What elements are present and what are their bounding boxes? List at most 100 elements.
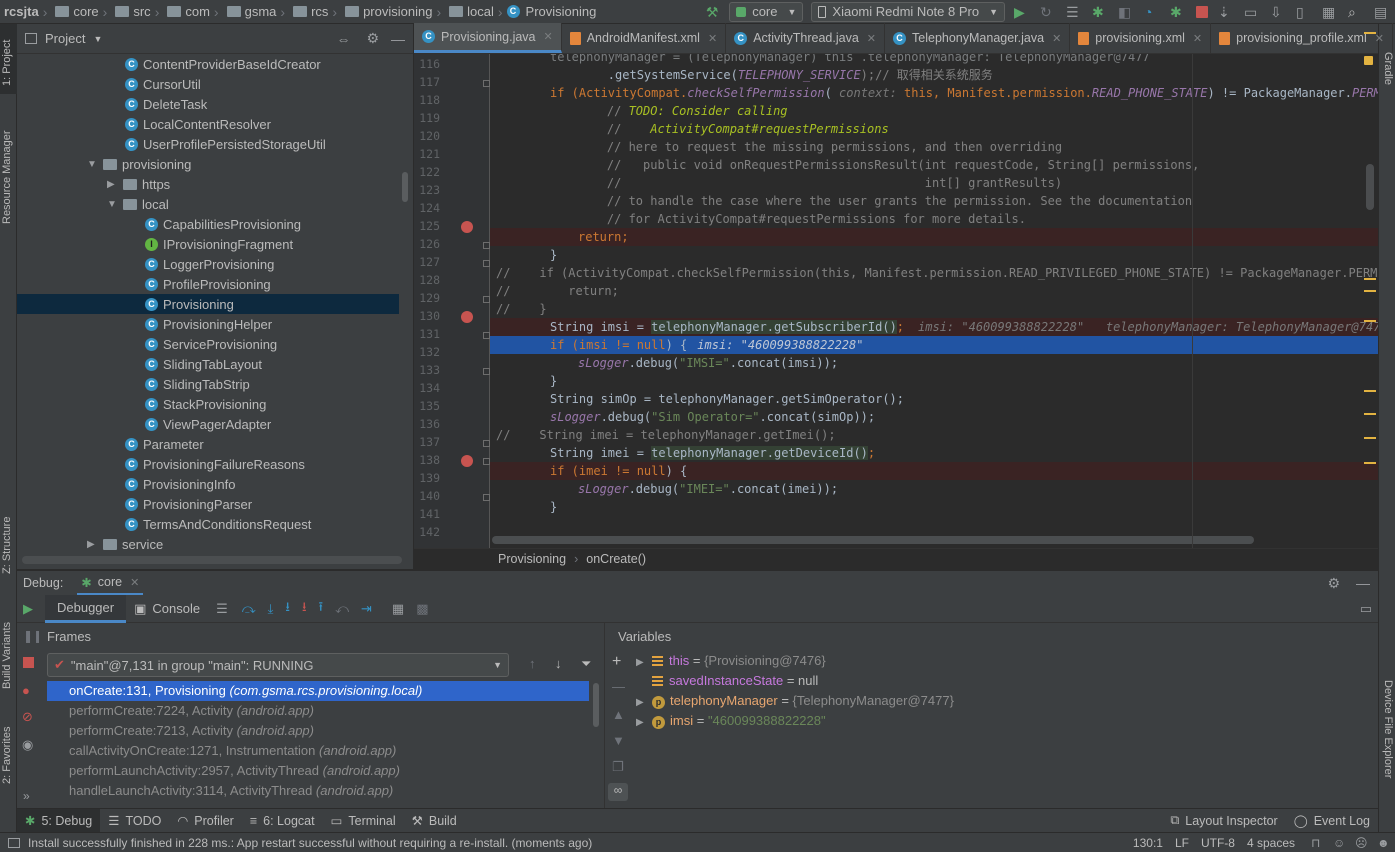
fold-marker-icon[interactable] bbox=[483, 368, 490, 375]
breakpoint-icon[interactable] bbox=[461, 221, 473, 233]
tool-tab-project[interactable]: 1: Project bbox=[1, 40, 13, 86]
editor-tab[interactable]: provisioning.xml ✕ bbox=[1070, 23, 1212, 53]
tool-tab-device-file-explorer[interactable]: Device File Explorer bbox=[1382, 680, 1394, 778]
tree-item[interactable]: C Provisioning bbox=[17, 294, 399, 314]
code-line[interactable]: // for ActivityCompat#requestPermissions… bbox=[490, 210, 1378, 228]
expand-arrow-icon[interactable]: ▼ bbox=[87, 159, 97, 170]
error-stripe-mark[interactable] bbox=[1364, 437, 1376, 439]
code-view[interactable]: telephonyManager = (TelephonyManager) th… bbox=[490, 54, 1378, 548]
code-line[interactable]: sLogger.debug("IMSI=".concat(imsi)); bbox=[490, 354, 1378, 372]
breadcrumb-class[interactable]: Provisioning bbox=[498, 552, 566, 566]
expand-arrow-icon[interactable]: ▶ bbox=[636, 713, 652, 733]
error-stripe-mark[interactable] bbox=[1364, 320, 1376, 322]
code-line[interactable]: String simOp = telephonyManager.getSimOp… bbox=[490, 390, 1378, 408]
mute-breakpoints-icon[interactable]: ⊘ bbox=[22, 709, 33, 725]
search-icon[interactable]: ⌕ bbox=[1348, 4, 1364, 20]
editor-tab[interactable]: C ActivityThread.java ✕ bbox=[726, 23, 886, 53]
stack-frame[interactable]: performCreate:7224, Activity (android.ap… bbox=[47, 701, 589, 721]
tree-vertical-scrollbar[interactable] bbox=[402, 172, 408, 202]
filter-icon[interactable]: ⏷ bbox=[581, 656, 591, 672]
code-line[interactable]: // if (ActivityCompat.checkSelfPermissio… bbox=[490, 264, 1378, 282]
hide-panel-icon[interactable]: — bbox=[1356, 575, 1370, 591]
variable-row[interactable]: ▶ this = {Provisioning@7476} bbox=[636, 651, 826, 671]
warning-indicator-icon[interactable] bbox=[1364, 56, 1373, 65]
step-over-icon[interactable]: ⤓ bbox=[268, 601, 274, 617]
fold-marker-icon[interactable] bbox=[483, 458, 490, 465]
tree-item[interactable]: C SlidingTabLayout bbox=[17, 354, 262, 374]
frames-scrollbar[interactable] bbox=[593, 683, 599, 727]
tree-item[interactable]: C DeleteTask bbox=[17, 94, 207, 114]
view-breakpoints-icon[interactable]: ● bbox=[22, 683, 30, 698]
tree-folder[interactable]: ▼ local bbox=[17, 194, 169, 214]
debug-config-tab[interactable]: ✱ core ✕ bbox=[77, 571, 144, 595]
arrow-up-icon[interactable]: ↑ bbox=[529, 656, 536, 671]
layout-icon[interactable]: ▦ bbox=[1322, 4, 1338, 20]
breadcrumb-item[interactable]: local › bbox=[443, 0, 504, 24]
fold-marker-icon[interactable] bbox=[483, 260, 490, 267]
smiley-icon[interactable]: ☺ bbox=[1333, 836, 1347, 850]
breadcrumb-item[interactable]: src › bbox=[109, 0, 161, 24]
resume-program-icon[interactable]: ▶ bbox=[17, 601, 39, 617]
code-line[interactable]: .getSystemService(TELEPHONY_SERVICE);// … bbox=[490, 66, 1378, 84]
code-line[interactable]: // public void onRequestPermissionsResul… bbox=[490, 156, 1378, 174]
stop-icon[interactable] bbox=[1196, 5, 1208, 18]
tool-tab-build[interactable]: ⚒ Build bbox=[404, 809, 465, 833]
tool-tab-resource-manager[interactable]: Resource Manager bbox=[1, 130, 13, 224]
tree-item[interactable]: C TermsAndConditionsRequest bbox=[17, 514, 311, 534]
expand-arrow-icon[interactable]: ▶ bbox=[636, 653, 652, 673]
tree-item[interactable]: C ProvisioningInfo bbox=[17, 474, 236, 494]
collapse-arrow-icon[interactable]: ▶ bbox=[87, 539, 97, 550]
tree-folder[interactable]: ▶ service bbox=[17, 534, 163, 554]
code-line[interactable]: if (ActivityCompat.checkSelfPermission( … bbox=[490, 84, 1378, 102]
error-stripe-mark[interactable] bbox=[1364, 390, 1376, 392]
toggle-tool-windows-icon[interactable] bbox=[8, 837, 20, 848]
indent-setting[interactable]: 4 spaces bbox=[1247, 836, 1295, 850]
code-line[interactable]: if (imsi != null) {imsi: "46009938882222… bbox=[490, 336, 1378, 354]
device-select[interactable]: Xiaomi Redmi Note 8 Pro ▼ bbox=[811, 1, 1005, 22]
show-watches-icon[interactable]: ∞ bbox=[608, 783, 628, 801]
fold-marker-icon[interactable] bbox=[483, 494, 490, 501]
tree-item[interactable]: C Parameter bbox=[17, 434, 204, 454]
breakpoint-icon[interactable] bbox=[461, 455, 473, 467]
code-line[interactable]: sLogger.debug("Sim Operator=".concat(sim… bbox=[490, 408, 1378, 426]
code-line[interactable]: // ActivityCompat#requestPermissions bbox=[490, 120, 1378, 138]
gear-icon[interactable]: ⚙ bbox=[366, 30, 379, 47]
breadcrumb-item[interactable]: provisioning › bbox=[339, 0, 443, 24]
stop-icon[interactable] bbox=[23, 657, 34, 668]
error-stripe-mark[interactable] bbox=[1364, 462, 1376, 464]
hector-icon[interactable]: ☻ bbox=[1377, 836, 1391, 850]
project-structure-icon[interactable]: ▤ bbox=[1374, 4, 1390, 20]
editor-horizontal-scrollbar[interactable] bbox=[492, 536, 1254, 544]
breadcrumb-item[interactable]: gsma › bbox=[221, 0, 287, 24]
editor-tab[interactable]: C Provisioning.java ✕ bbox=[414, 23, 562, 53]
add-watch-icon[interactable]: + bbox=[612, 653, 621, 671]
fold-marker-icon[interactable] bbox=[483, 296, 490, 303]
tree-item[interactable]: C ProvisioningHelper bbox=[17, 314, 272, 334]
breakpoint-icon[interactable] bbox=[461, 311, 473, 323]
run-to-cursor-icon[interactable]: ⇥ bbox=[361, 601, 372, 617]
code-line[interactable]: // TODO: Consider calling bbox=[490, 102, 1378, 120]
tree-item[interactable]: C CapabilitiesProvisioning bbox=[17, 214, 301, 234]
tree-item[interactable]: C LocalContentResolver bbox=[17, 114, 271, 134]
force-step-into-icon[interactable]: ⭳ bbox=[302, 598, 307, 620]
expand-arrow-icon[interactable]: ▶ bbox=[636, 693, 652, 713]
error-stripe-mark[interactable] bbox=[1364, 278, 1376, 280]
tool-tab-debug[interactable]: ✱ 5: Debug bbox=[17, 808, 101, 833]
editor-gutter[interactable]: 116 117 118 119 120 121 122 123 124 125 126 127 128 1… bbox=[414, 54, 490, 548]
tool-tab-logcat[interactable]: ≡ 6: Logcat bbox=[242, 809, 323, 833]
line-separator[interactable]: LF bbox=[1175, 836, 1189, 850]
variable-row[interactable]: ▶ p imsi = "460099388822228" bbox=[636, 711, 826, 731]
close-icon[interactable]: ✕ bbox=[708, 32, 717, 45]
tree-item[interactable]: C ServiceProvisioning bbox=[17, 334, 277, 354]
collapse-all-icon[interactable]: ⇔ bbox=[336, 31, 350, 47]
tool-tab-gradle[interactable]: Gradle bbox=[1382, 52, 1394, 85]
breadcrumb-item[interactable]: rcsjta › bbox=[2, 0, 49, 24]
tree-item[interactable]: C CursorUtil bbox=[17, 74, 201, 94]
close-icon[interactable]: ✕ bbox=[1375, 32, 1384, 45]
editor-vertical-scrollbar[interactable] bbox=[1366, 164, 1374, 210]
tree-item[interactable]: C ContentProviderBaseIdCreator bbox=[17, 54, 321, 74]
project-view-select[interactable]: Project bbox=[45, 31, 85, 46]
tree-item[interactable]: C ProfileProvisioning bbox=[17, 274, 271, 294]
lock-icon[interactable]: ⊓ bbox=[1311, 836, 1325, 850]
tree-item[interactable]: C ViewPagerAdapter bbox=[17, 414, 271, 434]
